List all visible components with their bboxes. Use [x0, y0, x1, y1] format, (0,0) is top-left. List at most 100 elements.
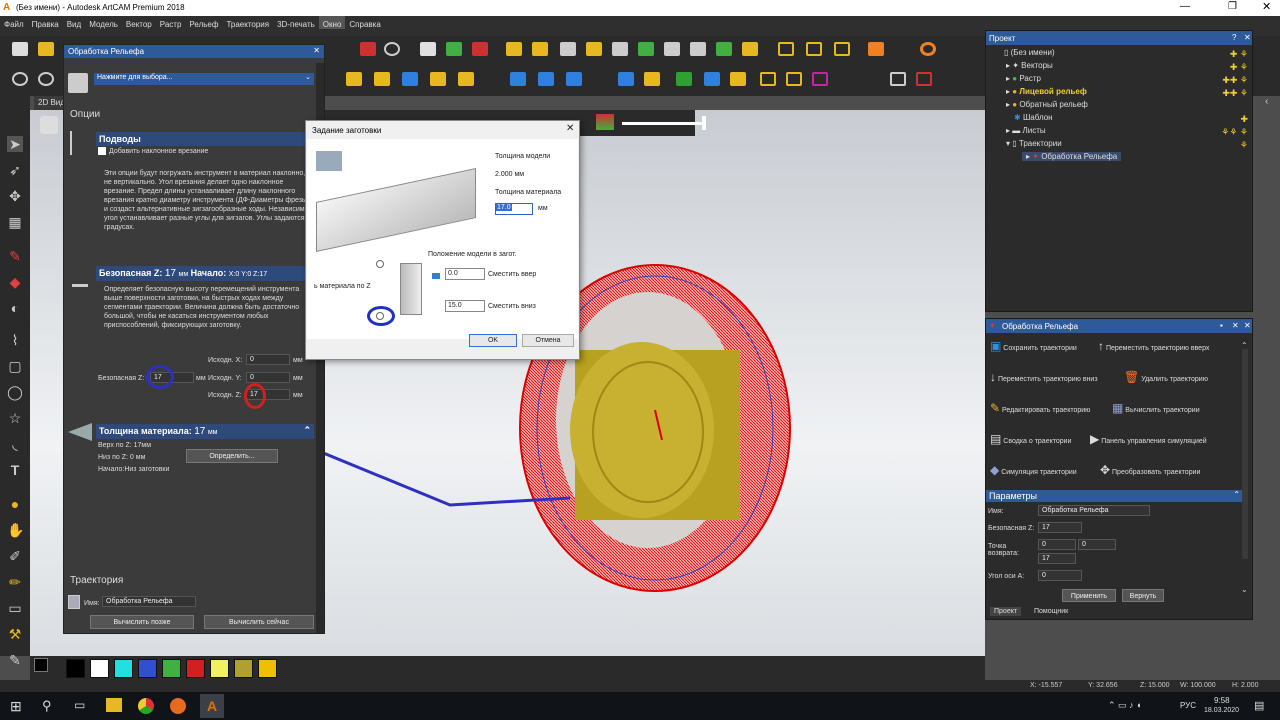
tree-item-vectors[interactable]: ▸ ✦ Векторы: [1006, 61, 1053, 70]
move-down-action[interactable]: ↓ Переместить траекторию вниз: [990, 370, 1098, 384]
relief-icon-10[interactable]: [644, 72, 660, 86]
tree-item-template[interactable]: ✱ Шаблон: [1014, 113, 1053, 122]
tree-item-raster[interactable]: ▸ ● Растр: [1006, 74, 1041, 83]
apply-button[interactable]: Применить: [1062, 589, 1116, 602]
param-home-y-input[interactable]: 0: [1078, 539, 1116, 550]
dialog-close-icon[interactable]: ✕: [566, 123, 574, 134]
relief-icon-5[interactable]: [458, 72, 474, 86]
panel-close-icon[interactable]: ✕: [313, 46, 320, 55]
toolpath-name-input[interactable]: Обработка Рельефа: [102, 596, 196, 607]
scissors-icon[interactable]: [560, 42, 576, 56]
smooth-icon[interactable]: ✐: [7, 548, 23, 564]
fill-icon[interactable]: ◆: [7, 274, 23, 290]
revert-button[interactable]: Вернуть: [1122, 589, 1164, 602]
project-close-icon[interactable]: ✕: [1244, 33, 1251, 42]
arc-icon[interactable]: ◟: [7, 436, 23, 452]
param-angle-input[interactable]: 0: [1038, 570, 1082, 581]
menu-edit[interactable]: Правка: [28, 16, 63, 29]
palette-swatch-3[interactable]: [138, 659, 157, 678]
ring-icon[interactable]: [920, 42, 936, 56]
task-view-icon[interactable]: ▭: [74, 698, 85, 712]
param-safe-input[interactable]: 17: [1038, 522, 1082, 533]
undock-icon[interactable]: ✕: [1232, 321, 1239, 330]
minimize-button[interactable]: —: [1180, 1, 1190, 12]
palette-swatch-8[interactable]: [258, 659, 277, 678]
notification-icon[interactable]: ▤: [1254, 699, 1264, 712]
param-home-z-input[interactable]: 17: [1038, 553, 1076, 564]
circle-icon[interactable]: ◯: [7, 384, 23, 400]
relief-tool-icon[interactable]: [420, 42, 436, 56]
relief-icon-8[interactable]: [566, 72, 582, 86]
palette-swatch-1[interactable]: [90, 659, 109, 678]
relief-tool-icon-2[interactable]: [446, 42, 462, 56]
menu-model[interactable]: Модель: [85, 16, 122, 29]
ramps-checkbox[interactable]: [98, 147, 106, 155]
home-x-input[interactable]: 0: [246, 354, 290, 365]
tree-item-front-relief[interactable]: ▸ ● Лицевой рельеф: [1006, 87, 1087, 96]
menu-raster[interactable]: Растр: [156, 16, 186, 29]
menu-vector[interactable]: Вектор: [122, 16, 156, 29]
relief-icon-4[interactable]: [430, 72, 446, 86]
delete-toolpath-action[interactable]: 🗑 Удалить траекторию: [1124, 370, 1208, 384]
collapse-icon[interactable]: ⌃: [303, 425, 311, 436]
view-icon[interactable]: [38, 72, 54, 86]
relief-icon-11[interactable]: [704, 72, 720, 86]
move-up-action[interactable]: ↑ Переместить траекторию вверх: [1098, 339, 1209, 353]
palette-swatch-2[interactable]: [114, 659, 133, 678]
tab-project[interactable]: Проект: [990, 607, 1022, 616]
relief-icon[interactable]: [346, 72, 362, 86]
brush-icon[interactable]: ✏: [7, 574, 23, 590]
grid-icon[interactable]: ▦: [7, 214, 23, 230]
text-tool-icon[interactable]: T: [7, 462, 23, 478]
tree-item-root[interactable]: ▯ (Без имени): [1004, 48, 1055, 57]
select-arrow-icon[interactable]: ➤: [7, 136, 23, 152]
draw-pen-icon[interactable]: ✎: [7, 248, 23, 264]
transform-toolpaths-action[interactable]: ✥ Преобразовать траектории: [1100, 463, 1200, 477]
sculpt-icon[interactable]: ✋: [7, 522, 24, 538]
clock-date[interactable]: 18.03.2020: [1204, 707, 1239, 714]
material-thickness-input[interactable]: 17.0: [495, 203, 533, 215]
artcam-taskbar-icon[interactable]: A: [200, 694, 224, 718]
offset-up-input[interactable]: 0.0: [445, 268, 485, 280]
simulation-panel-action[interactable]: ▶ Панель управления симуляцией: [1090, 432, 1207, 446]
ok-button[interactable]: OK: [469, 334, 517, 347]
pin-icon[interactable]: ▪: [1220, 321, 1223, 330]
node-edit-icon[interactable]: ➶: [7, 162, 23, 178]
save-toolpaths-action[interactable]: ▣ Сохранить траектории: [990, 339, 1077, 353]
windows-start-icon[interactable]: ⊞: [10, 698, 22, 715]
layer-icon[interactable]: [742, 42, 758, 56]
hammer-icon[interactable]: ⚒: [7, 626, 23, 642]
palette-swatch-7[interactable]: [234, 659, 253, 678]
help-icon[interactable]: ?: [1232, 33, 1236, 42]
toolpath-summary-action[interactable]: ▤ Сводка о траектории: [990, 432, 1071, 446]
safe-z-section-header[interactable]: Безопасная Z: 17 мм Начало: X:0 Y:0 Z:17: [96, 266, 306, 281]
orange-icon[interactable]: [868, 42, 884, 56]
calculate-now-button[interactable]: Вычислить сейчас: [204, 615, 314, 629]
search-icon[interactable]: ⚲: [42, 698, 52, 714]
zoom-icon[interactable]: [12, 72, 28, 86]
clock-time[interactable]: 9:58: [1214, 696, 1230, 705]
star-icon[interactable]: ☆: [7, 410, 23, 426]
menu-file[interactable]: Файл: [0, 16, 28, 29]
relief-icon-2[interactable]: [374, 72, 390, 86]
tray-icons[interactable]: ⌃ ▭ ♪ ◖: [1108, 700, 1141, 711]
tool-icon[interactable]: [68, 73, 88, 93]
relief-icon-17[interactable]: [916, 72, 932, 86]
text-icon[interactable]: [690, 42, 706, 56]
cancel-button[interactable]: Отмена: [522, 334, 574, 347]
vector-tool-icon[interactable]: [360, 42, 376, 56]
scroll-down-icon[interactable]: ⌄: [1241, 585, 1248, 594]
firefox-icon[interactable]: [170, 698, 186, 714]
tree-item-toolpaths[interactable]: ▾ ▯ Траектории: [1006, 139, 1062, 148]
relief-icon-6[interactable]: [510, 72, 526, 86]
target-icon[interactable]: [384, 42, 400, 56]
param-name-input[interactable]: Обработка Рельефа: [1038, 505, 1150, 516]
calculate-toolpaths-action[interactable]: ▦ Вычислить траектории: [1112, 401, 1200, 415]
primary-color-icon[interactable]: [34, 658, 48, 672]
shape-icon[interactable]: [638, 42, 654, 56]
param-home-x-input[interactable]: 0: [1038, 539, 1076, 550]
offset-down-input[interactable]: 15.0: [445, 300, 485, 312]
relief-icon-3[interactable]: [402, 72, 418, 86]
menu-help[interactable]: Справка: [345, 16, 384, 29]
relief-tool-icon-3[interactable]: [472, 42, 488, 56]
